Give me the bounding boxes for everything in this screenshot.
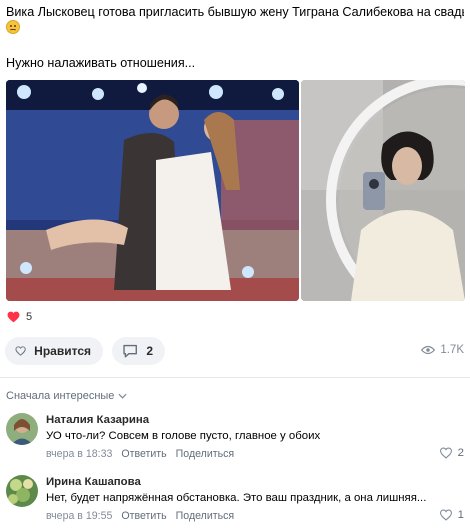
comment-like-count: 1 (457, 509, 464, 521)
views-counter: 1.7K (421, 344, 464, 356)
comment-author[interactable]: Наталия Казарина (46, 414, 149, 426)
avatar-image (6, 413, 38, 445)
comment-author[interactable]: Ирина Кашапова (46, 476, 141, 488)
comment-text: Нет, будет напряжённая обстановка. Это в… (46, 492, 427, 504)
comment-like-count: 2 (457, 447, 464, 459)
selfie-photo-illustration (301, 80, 465, 301)
share-button[interactable]: Поделиться (176, 448, 235, 460)
avatar[interactable] (6, 413, 38, 445)
grimacing-face-emoji-icon (6, 20, 20, 34)
heart-filled-icon (7, 311, 20, 323)
reactions-row[interactable]: 5 (7, 311, 32, 323)
heart-outline-icon (15, 346, 26, 356)
comment-time[interactable]: вчера в 19:55 (46, 510, 112, 522)
comment-time[interactable]: вчера в 18:33 (46, 448, 112, 460)
chevron-down-icon (118, 393, 127, 399)
comment-count: 2 (146, 344, 153, 358)
post-text-line-3: Нужно налаживать отношения... (6, 56, 196, 70)
comments-sort-dropdown[interactable]: Сначала интересные (6, 390, 127, 402)
heart-outline-icon (439, 509, 452, 521)
comment-meta: вчера в 18:33 Ответить Поделиться (46, 448, 234, 460)
eye-icon (421, 345, 436, 355)
comment-like-button[interactable]: 2 (439, 447, 464, 459)
like-button[interactable]: Нравится (5, 337, 103, 365)
comment-like-button[interactable]: 1 (439, 509, 464, 521)
reply-button[interactable]: Ответить (121, 510, 166, 522)
views-count: 1.7K (440, 344, 464, 356)
comment-text: УО что-ли? Совсем в голове пусто, главно… (46, 430, 321, 442)
like-button-label: Нравится (34, 344, 91, 358)
reply-button[interactable]: Ответить (121, 448, 166, 460)
reactions-count: 5 (26, 311, 33, 323)
post-text-line-1: Вика Лысковец готова пригласить бывшую ж… (6, 5, 464, 19)
post-text-line-2 (6, 20, 464, 36)
comment-icon (123, 344, 137, 358)
wedding-photo-illustration (6, 80, 299, 301)
post-photo-1[interactable] (6, 80, 299, 301)
avatar[interactable] (6, 475, 38, 507)
comment-meta: вчера в 19:55 Ответить Поделиться (46, 510, 234, 522)
post-text: Вика Лысковец готова пригласить бывшую ж… (6, 4, 464, 71)
divider (0, 377, 470, 378)
comment-button[interactable]: 2 (112, 337, 165, 365)
heart-outline-icon (439, 447, 452, 459)
post-photo-2[interactable] (301, 80, 465, 301)
share-button[interactable]: Поделиться (176, 510, 235, 522)
avatar-image (6, 475, 38, 507)
comments-sort-label: Сначала интересные (6, 390, 115, 402)
